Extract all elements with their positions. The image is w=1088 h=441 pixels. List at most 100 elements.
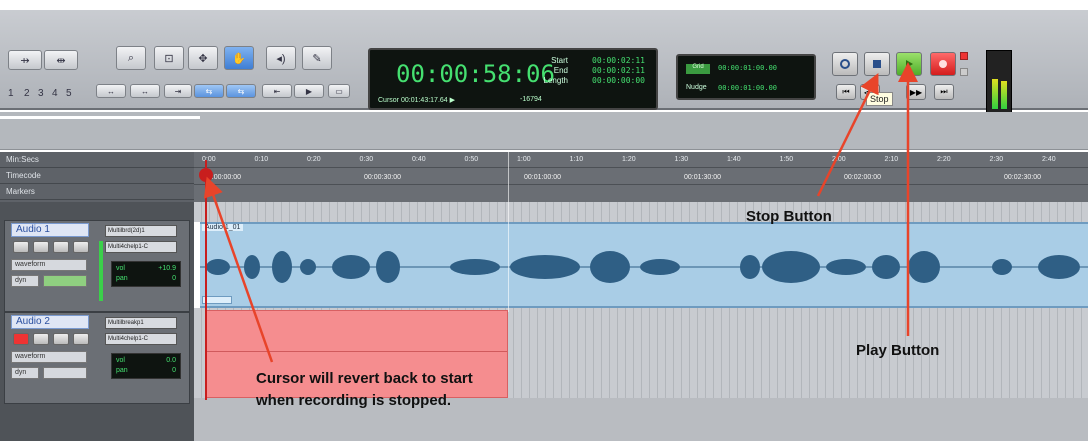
master-meter bbox=[986, 50, 1012, 114]
toolbar-scroll-strip bbox=[0, 112, 1088, 150]
track-meter-audio-1 bbox=[99, 241, 103, 301]
insertion-follows-button[interactable]: ▭ bbox=[328, 84, 350, 98]
record-icon[interactable] bbox=[930, 52, 956, 76]
edit-toolbar: ⇸ ⇹ 1 2 3 4 5 ⌕ ⊡ ✥ ✋ ◂) ✎ ↔ ↔ ⇥ ⇆ ⇆ ⇤ ▶… bbox=[0, 10, 1088, 114]
start-value[interactable]: 00:00:02:11 bbox=[592, 56, 645, 66]
stop-icon[interactable] bbox=[864, 52, 890, 76]
link-timeline-button[interactable]: ⇆ bbox=[194, 84, 224, 98]
track-header-audio-2[interactable]: Audio 2 waveform dyn Multilbreakp1 Multi… bbox=[4, 312, 190, 404]
minsecs-tick: 0:40 bbox=[412, 156, 426, 163]
timeline-rulers[interactable]: 0:00 0:10 0:20 0:30 0:40 0:50 1:00 1:10 1:20 1:30… bbox=[194, 152, 1088, 202]
track-header-audio-1[interactable]: Audio 1 waveform dyn Multilbrd(2d)1 Mult… bbox=[4, 220, 190, 312]
zoom-icon[interactable]: ⌕ bbox=[116, 46, 146, 70]
track-view-selector[interactable]: waveform bbox=[11, 259, 87, 271]
shuffle-mode-button[interactable]: ⇸ bbox=[8, 50, 42, 70]
zoom-preset-button-1[interactable]: ↔ bbox=[96, 84, 126, 98]
waveform bbox=[200, 251, 1088, 283]
record-enable-button[interactable] bbox=[13, 241, 29, 253]
scrub-icon[interactable]: ◂) bbox=[266, 46, 296, 70]
fast-forward-icon[interactable]: ▶▶ bbox=[906, 84, 926, 100]
grid-value[interactable]: 00:00:01:00.00 bbox=[718, 64, 777, 72]
slip-mode-button[interactable]: ⇹ bbox=[44, 50, 78, 70]
start-cursor-marker[interactable] bbox=[199, 168, 213, 182]
horizontal-scroll-indicator[interactable] bbox=[0, 116, 200, 119]
main-counter[interactable]: 00:00:58:06 Start End Length 00:00:02:11… bbox=[368, 48, 658, 110]
track-output-audio-1[interactable]: Multi4chelp1-C bbox=[105, 241, 177, 253]
track-view-selector[interactable]: waveform bbox=[11, 351, 87, 363]
grabber-icon[interactable]: ✋ bbox=[224, 46, 254, 70]
nav-number-5[interactable]: 5 bbox=[66, 88, 72, 99]
play-icon[interactable] bbox=[896, 52, 922, 76]
bars-readout: -16794 bbox=[520, 96, 542, 103]
minsecs-ruler[interactable]: 0:00 0:10 0:20 0:30 0:40 0:50 1:00 1:10 1:20 1:30… bbox=[194, 152, 1088, 168]
play-button-annotation: Play Button bbox=[856, 342, 940, 359]
minsecs-tick: 1:20 bbox=[622, 156, 636, 163]
grid-nudge-panel: Grid 00:00:01:00.00 Nudge 00:00:01:00.00 bbox=[676, 54, 816, 100]
minsecs-tick: 0:50 bbox=[464, 156, 479, 163]
pan-value[interactable]: 0 bbox=[172, 366, 176, 376]
volume-pan-box-audio-1[interactable]: vol +10.9 pan 0 bbox=[111, 261, 181, 287]
track-output-audio-2[interactable]: Multi4chelp1-C bbox=[105, 333, 177, 345]
minsecs-tick: 0:10 bbox=[254, 156, 269, 163]
mirrored-midi-button[interactable]: ▶ bbox=[294, 84, 324, 98]
record-mode-indicator[interactable] bbox=[960, 52, 968, 60]
audio-clip-audio-1[interactable]: Audio 1_01 bbox=[200, 222, 1088, 308]
ruler-label-timecode: Timecode bbox=[0, 168, 194, 184]
record-enable-button-armed[interactable] bbox=[13, 333, 29, 345]
minsecs-tick: 1:30 bbox=[674, 156, 689, 163]
nav-number-4[interactable]: 4 bbox=[52, 88, 58, 99]
record-mode-indicator-2[interactable] bbox=[960, 68, 968, 76]
minsecs-tick: 0:30 bbox=[359, 156, 374, 163]
minsecs-tick: 2:30 bbox=[989, 156, 1004, 163]
online-icon[interactable] bbox=[832, 52, 858, 76]
timecode-ruler[interactable]: 00:00:00:00 00:00:30:00 00:01:00:00 00:01:3… bbox=[194, 169, 1088, 185]
nav-number-2[interactable]: 2 bbox=[24, 88, 30, 99]
tab-to-transient-button[interactable]: ⇤ bbox=[262, 84, 292, 98]
go-to-start-icon[interactable]: ⏮ bbox=[836, 84, 856, 100]
end-value[interactable]: 00:00:02:11 bbox=[592, 66, 645, 76]
selection-values: 00:00:02:11 00:00:02:11 00:00:00:00 bbox=[592, 56, 645, 86]
cursor-label: Cursor bbox=[378, 97, 400, 104]
trim-icon[interactable]: ⊡ bbox=[154, 46, 184, 70]
read-mode-button[interactable] bbox=[43, 275, 87, 287]
pan-label: pan bbox=[116, 367, 128, 374]
nav-number-3[interactable]: 3 bbox=[38, 88, 44, 99]
main-time-display: 00:00:58:06 bbox=[396, 60, 555, 88]
go-to-end-icon[interactable]: ⏭ bbox=[934, 84, 954, 100]
timecode-tick: 00:01:00:00 bbox=[524, 174, 561, 181]
solo-button[interactable] bbox=[53, 241, 69, 253]
start-cursor-line[interactable] bbox=[205, 160, 207, 400]
ruler-labels: Min:Secs Timecode Markers bbox=[0, 152, 194, 202]
input-monitor-button[interactable] bbox=[33, 333, 49, 345]
track-name-audio-1[interactable]: Audio 1 bbox=[11, 223, 89, 237]
vol-value[interactable]: 0.0 bbox=[166, 356, 176, 366]
minsecs-tick: 1:40 bbox=[727, 156, 741, 163]
nudge-value[interactable]: 00:00:01:00.00 bbox=[718, 84, 777, 92]
grid-toggle[interactable]: Grid bbox=[686, 64, 710, 74]
mute-button[interactable] bbox=[73, 333, 89, 345]
volume-pan-box-audio-2[interactable]: vol 0.0 pan 0 bbox=[111, 353, 181, 379]
zoom-preset-button-2[interactable]: ↔ bbox=[130, 84, 160, 98]
zoom-preset-button-3[interactable]: ⇥ bbox=[164, 84, 192, 98]
end-label: End bbox=[553, 66, 568, 75]
ruler-label-minsecs: Min:Secs bbox=[0, 152, 194, 168]
track-input-audio-2[interactable]: Multilbreakp1 bbox=[105, 317, 177, 329]
cursor-annotation-line-1: Cursor will revert back to start bbox=[256, 370, 473, 387]
track-lane-top[interactable] bbox=[194, 202, 1088, 222]
length-value[interactable]: 00:00:00:00 bbox=[592, 76, 645, 86]
automation-mode-selector[interactable]: dyn bbox=[11, 367, 39, 379]
vol-value[interactable]: +10.9 bbox=[158, 264, 176, 274]
track-name-audio-2[interactable]: Audio 2 bbox=[11, 315, 89, 329]
read-mode-button[interactable] bbox=[43, 367, 87, 379]
pan-value[interactable]: 0 bbox=[172, 274, 176, 284]
nav-number-1[interactable]: 1 bbox=[8, 88, 14, 99]
pencil-icon[interactable]: ✎ bbox=[302, 46, 332, 70]
track-input-audio-1[interactable]: Multilbrd(2d)1 bbox=[105, 225, 177, 237]
timecode-tick: 00:00:30:00 bbox=[364, 174, 401, 181]
input-monitor-button[interactable] bbox=[33, 241, 49, 253]
automation-mode-selector[interactable]: dyn bbox=[11, 275, 39, 287]
selector-icon[interactable]: ✥ bbox=[188, 46, 218, 70]
solo-button[interactable] bbox=[53, 333, 69, 345]
link-track-button[interactable]: ⇆ bbox=[226, 84, 256, 98]
mute-button[interactable] bbox=[73, 241, 89, 253]
